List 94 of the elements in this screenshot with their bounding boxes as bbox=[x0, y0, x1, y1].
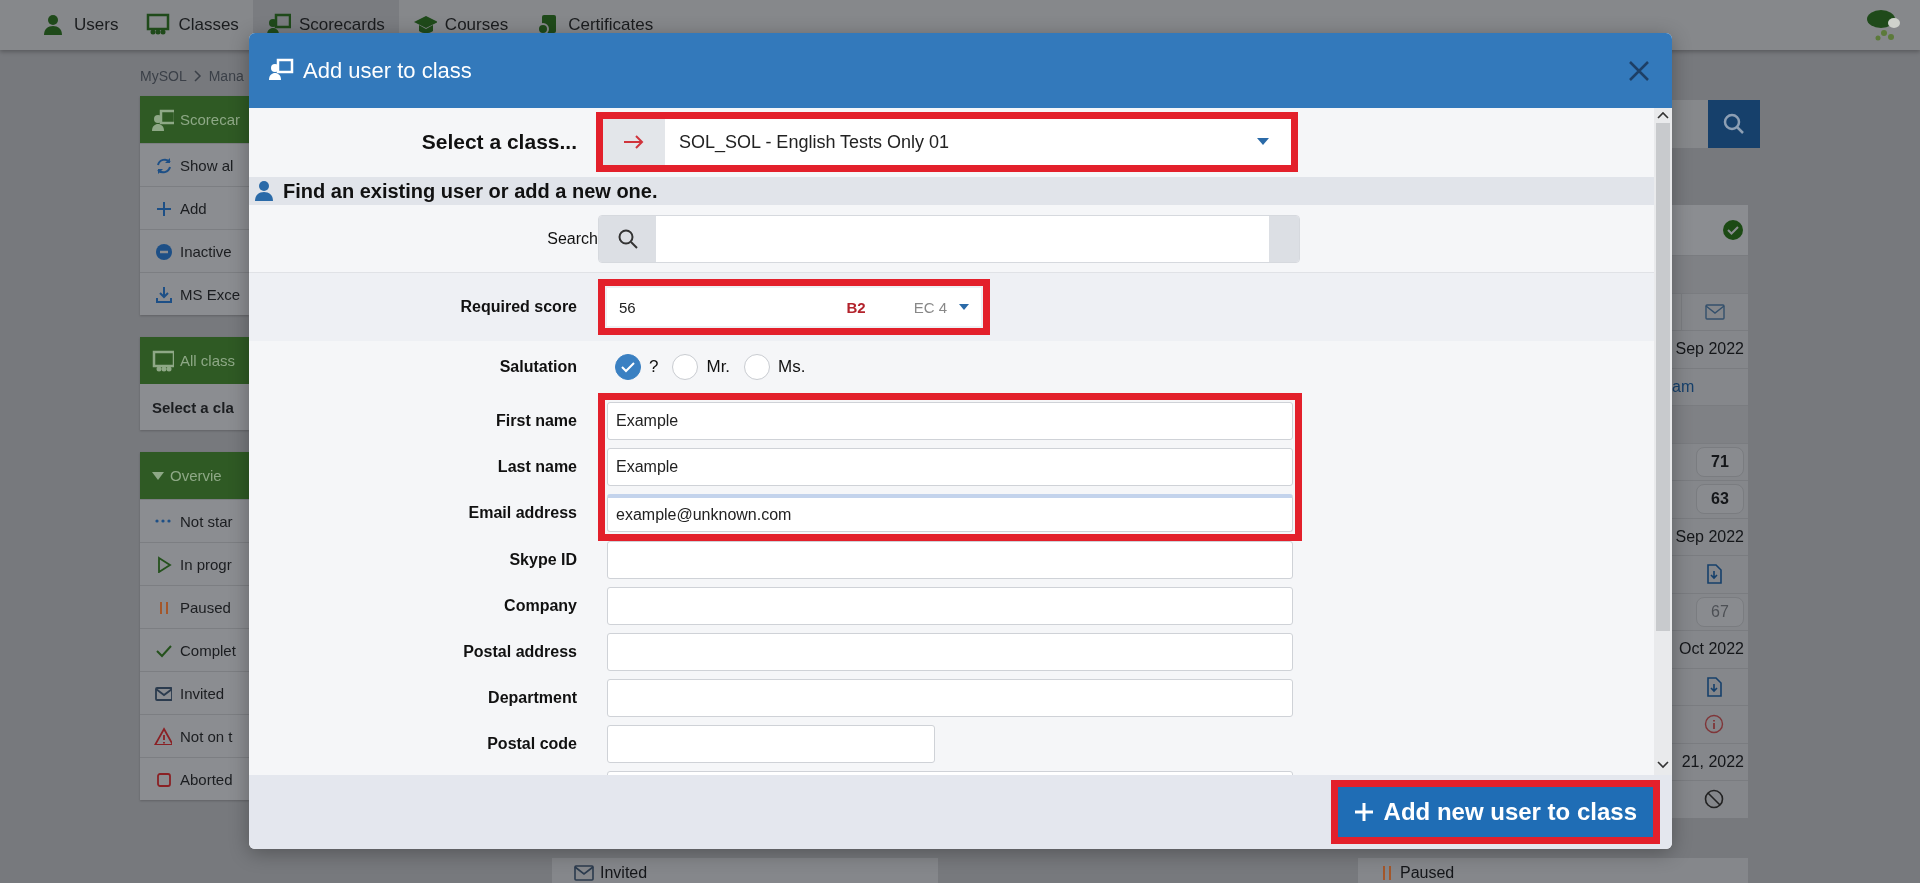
caret-icon bbox=[959, 303, 969, 311]
classroom-icon bbox=[152, 349, 174, 372]
check-circle-icon bbox=[1722, 219, 1744, 241]
arrow-right-icon bbox=[623, 135, 645, 149]
date-text: Oct 2022 bbox=[1679, 640, 1744, 659]
radio-label: Ms. bbox=[778, 357, 806, 377]
scrollbar[interactable] bbox=[1654, 108, 1672, 775]
radio-button[interactable] bbox=[744, 354, 771, 380]
radio-button[interactable] bbox=[615, 354, 641, 380]
text-field[interactable]: example@unknown.com bbox=[607, 494, 1293, 532]
text-field[interactable]: Example bbox=[607, 402, 1293, 440]
score-badge: 67 bbox=[1696, 596, 1744, 627]
minus-circle-icon bbox=[154, 242, 172, 260]
panel-header[interactable]: All class bbox=[140, 337, 249, 384]
sidebar-item[interactable]: In progr bbox=[140, 542, 249, 585]
field-label: Skype ID bbox=[508, 550, 577, 570]
radio-label: Mr. bbox=[706, 357, 731, 377]
file-download-icon[interactable] bbox=[1706, 676, 1722, 697]
sidebar-item[interactable]: Invited bbox=[140, 671, 249, 714]
text-field[interactable]: Example bbox=[607, 448, 1293, 486]
field-label: Search bbox=[546, 229, 598, 248]
caret-icon bbox=[152, 471, 164, 480]
text-field[interactable] bbox=[607, 541, 1293, 579]
sidebar-item[interactable]: Paused bbox=[140, 585, 249, 628]
mail-icon bbox=[574, 865, 594, 881]
file-download-icon[interactable] bbox=[1706, 564, 1722, 585]
add-user-button[interactable]: Add new user to class bbox=[1337, 787, 1653, 837]
search-icon bbox=[1723, 113, 1745, 135]
refresh-icon bbox=[154, 156, 172, 174]
radio-label: ? bbox=[649, 357, 659, 377]
sidebar-item[interactable]: Inactive bbox=[140, 229, 249, 272]
status-label: Invited bbox=[600, 864, 648, 882]
chevron-down-icon bbox=[1657, 761, 1669, 769]
dots-icon bbox=[155, 519, 171, 523]
classroom-icon bbox=[146, 13, 171, 37]
search-icon bbox=[617, 228, 638, 249]
search-button[interactable] bbox=[1708, 100, 1760, 148]
field-label: Last name bbox=[496, 457, 577, 477]
close-icon bbox=[1628, 59, 1650, 82]
field-label: Postal code bbox=[486, 734, 577, 754]
field-label: Department bbox=[487, 688, 577, 708]
date-text: Sep 2022 bbox=[1675, 527, 1744, 546]
field-label: Salutation bbox=[498, 358, 577, 376]
sidebar-item[interactable]: Not on t bbox=[140, 714, 249, 757]
caret-icon bbox=[1257, 138, 1269, 146]
sidebar-item[interactable]: Not star bbox=[140, 499, 249, 542]
pause-icon bbox=[1380, 865, 1394, 881]
chevron-up-icon bbox=[1657, 111, 1669, 119]
chevron-icon bbox=[193, 70, 202, 82]
text-field[interactable] bbox=[607, 679, 1293, 717]
sidebar-item[interactable]: Aborted bbox=[140, 757, 249, 800]
field-label: Required score bbox=[459, 298, 577, 316]
info-icon bbox=[1704, 714, 1724, 735]
nav-tab[interactable]: Users bbox=[28, 0, 133, 50]
section-heading: Find an existing user or add a new one. bbox=[283, 179, 658, 203]
panel-header[interactable]: Overvie bbox=[140, 452, 249, 499]
panel-header[interactable]: Scorecar bbox=[140, 96, 249, 143]
teacher-icon bbox=[152, 108, 174, 131]
warning-icon bbox=[154, 727, 172, 745]
date-text: 21, 2022 bbox=[1681, 752, 1744, 771]
sidebar-item[interactable]: Complet bbox=[140, 628, 249, 671]
status-label: Paused bbox=[1400, 864, 1455, 882]
nav-tab[interactable]: Classes bbox=[132, 0, 253, 50]
field-label: Postal address bbox=[462, 642, 577, 662]
dialog-title: Add user to class bbox=[303, 57, 472, 84]
score-badge: 71 bbox=[1696, 446, 1744, 477]
user-icon bbox=[253, 179, 275, 203]
link[interactable]: am bbox=[1672, 377, 1695, 396]
mail-icon bbox=[1705, 303, 1725, 320]
class-select[interactable]: SOL_SOL - English Tests Only 01 bbox=[603, 119, 1291, 165]
sidebar-item[interactable]: MS Exce bbox=[140, 272, 249, 315]
field-label: Select a class... bbox=[420, 130, 577, 154]
score-select[interactable]: 56 B2 EC 4 bbox=[607, 288, 981, 326]
score-badge: 63 bbox=[1696, 484, 1744, 515]
ban-icon bbox=[1704, 789, 1724, 810]
plus-icon bbox=[1353, 802, 1374, 822]
search-field[interactable] bbox=[598, 214, 1300, 263]
mail-icon bbox=[154, 684, 172, 702]
radio-button[interactable] bbox=[672, 354, 699, 380]
field-label: First name bbox=[495, 411, 577, 431]
date-text: Sep 2022 bbox=[1675, 340, 1744, 359]
class-select[interactable]: Select a cla bbox=[140, 384, 249, 430]
check-icon bbox=[621, 361, 635, 373]
field-label: Company bbox=[503, 596, 577, 616]
plus-icon bbox=[154, 199, 172, 217]
text-field[interactable] bbox=[607, 725, 935, 763]
sidebar-item[interactable]: Add bbox=[140, 186, 249, 229]
nav-tab[interactable]: Courses bbox=[398, 0, 523, 50]
text-field[interactable] bbox=[607, 587, 1293, 625]
download-icon bbox=[154, 285, 172, 303]
text-field[interactable] bbox=[607, 633, 1293, 671]
square-icon bbox=[154, 770, 172, 788]
field-label: Email address bbox=[467, 503, 577, 523]
sidebar-item[interactable]: Show al bbox=[140, 143, 249, 186]
